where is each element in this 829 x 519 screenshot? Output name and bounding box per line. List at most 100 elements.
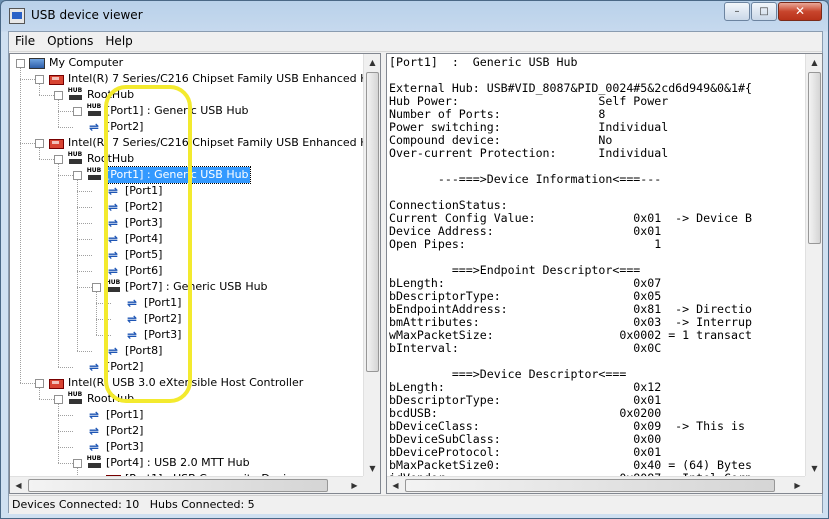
collapse-icon[interactable] [35,138,44,148]
tree-node[interactable]: ⇌ [Port2] [73,423,144,439]
scroll-down-icon[interactable]: ▼ [806,460,822,477]
tree-node-label[interactable]: [Port2] [143,311,182,327]
tree-node[interactable]: My Computer [16,55,124,71]
tree-node[interactable]: HUB [Port1] : Generic USB Hub [73,166,251,184]
collapse-icon[interactable] [73,458,82,468]
device-tree[interactable]: My Computer Intel(R) 7 Series/C216 Chipse… [10,54,363,477]
tree-node[interactable]: HUB [Port4] : USB 2.0 MTT Hub [73,455,251,471]
scroll-corner [363,476,380,493]
scroll-right-icon[interactable]: ▶ [346,477,363,493]
tree-node[interactable]: ⇌ [Port3] [73,439,144,455]
tree-node[interactable]: HUB RootHub [54,151,135,167]
collapse-icon[interactable] [54,394,63,404]
tree-node-label[interactable]: RootHub [86,87,135,103]
collapse-icon[interactable] [54,90,63,100]
tree-node-label[interactable]: [Port2] [105,119,144,135]
tree-horizontal-scrollbar[interactable]: ◀ ▶ [10,476,363,493]
collapse-icon[interactable] [16,58,25,68]
tree-node-label[interactable]: [Port5] [124,247,163,263]
detail-vscroll-thumb[interactable] [808,72,821,244]
detail-line: Open Pipes: 1 [389,237,662,251]
tree-node[interactable]: Intel(R) 7 Series/C216 Chipset Family US… [35,135,363,151]
close-button[interactable]: ✕ [778,2,822,21]
tree-node-label[interactable]: [Port4] : USB 2.0 MTT Hub [105,455,251,471]
tree-node-label[interactable]: [Port1] : Generic USB Hub [105,103,250,119]
tree-node-label[interactable]: [Port1] [124,183,163,199]
tree-node[interactable]: ⇌ [Port2] [111,311,182,327]
tree-guide-line [77,223,92,224]
tree-node[interactable]: ⇌ [Port2] [92,199,163,215]
tree-node-label[interactable]: RootHub [86,391,135,407]
tree-node-label[interactable]: [Port3] [124,215,163,231]
tree-node-label[interactable]: [Port1] : Generic USB Hub [104,166,251,184]
tree-node-label[interactable]: RootHub [86,151,135,167]
menu-file[interactable]: File [9,32,41,51]
tree-node-label[interactable]: [Port4] [124,231,163,247]
tree-vertical-scrollbar[interactable]: ▲ ▼ [363,54,380,477]
tree-node[interactable]: ⇌ [Port1] [73,407,144,423]
scroll-left-icon[interactable]: ◀ [10,477,27,493]
scroll-down-icon[interactable]: ▼ [364,460,380,477]
tree-node-label[interactable]: My Computer [48,55,124,71]
tree-node-label[interactable]: [Port6] [124,263,163,279]
tree-guide-line [20,383,35,384]
tree-node[interactable]: ⇌ [Port3] [92,215,163,231]
tree-guide-line [77,191,92,192]
tree-vscroll-thumb[interactable] [366,72,379,372]
tree-hscroll-thumb[interactable] [28,479,328,492]
tree-guide-line [58,164,59,367]
menu-help[interactable]: Help [99,32,138,51]
tree-node[interactable]: ⇌ [Port8] [92,343,163,359]
tree-node-label[interactable]: [Port2] [105,423,144,439]
scroll-left-icon[interactable]: ◀ [387,477,404,493]
tree-node-label[interactable]: [Port1] [105,407,144,423]
tree-node[interactable]: ⇌ [Port1] [92,183,163,199]
tree-guide-line [58,404,59,463]
tree-node-label[interactable]: Intel(R) 7 Series/C216 Chipset Family US… [67,71,363,87]
detail-vertical-scrollbar[interactable]: ▲ ▼ [805,54,822,477]
minimize-button[interactable]: – [724,2,750,21]
tree-node[interactable]: HUB RootHub [54,87,135,103]
tree-node[interactable]: HUB RootHub [54,391,135,407]
tree-node[interactable]: ⇌ [Port4] [92,231,163,247]
tree-node-label[interactable]: [Port2] [105,359,144,375]
usb-port-icon: ⇌ [107,264,119,278]
tree-node-label[interactable]: [Port2] [124,199,163,215]
tree-node-label[interactable]: [Port3] [105,439,144,455]
device-detail-pane[interactable]: [Port1] : Generic USB Hub External Hub: … [386,53,823,494]
collapse-icon[interactable] [35,74,44,84]
detail-line: [Port1] : Generic USB Hub [389,56,578,69]
tree-node-label[interactable]: [Port7] : Generic USB Hub [124,279,269,295]
collapse-icon[interactable] [35,378,44,388]
device-tree-pane[interactable]: My Computer Intel(R) 7 Series/C216 Chipse… [9,53,381,494]
tree-node-label[interactable]: [Port1] [143,295,182,311]
tree-node[interactable]: ⇌ [Port2] [73,359,144,375]
tree-node-label[interactable]: [Port3] [143,327,182,343]
tree-node[interactable]: Intel(R) 7 Series/C216 Chipset Family US… [35,71,363,87]
tree-node[interactable]: ⇌ [Port3] [111,327,182,343]
tree-node-label[interactable]: Intel(R) USB 3.0 eXtensible Host Control… [67,375,304,391]
tree-node[interactable]: ⇌ [Port6] [92,263,163,279]
tree-node[interactable]: ⇌ [Port5] [92,247,163,263]
menu-options[interactable]: Options [41,32,99,51]
usb-port-icon: ⇌ [88,440,100,454]
tree-node[interactable]: HUB [Port1] : Generic USB Hub [73,103,250,119]
scroll-up-icon[interactable]: ▲ [364,54,380,71]
scroll-up-icon[interactable]: ▲ [806,54,822,71]
maximize-button[interactable]: □ [751,2,777,21]
detail-hscroll-thumb[interactable] [405,479,775,492]
collapse-icon[interactable] [73,170,82,180]
device-detail-text[interactable]: [Port1] : Generic USB Hub External Hub: … [389,56,805,476]
detail-horizontal-scrollbar[interactable]: ◀ ▶ [387,476,806,493]
expand-icon[interactable] [73,106,82,116]
tree-node[interactable]: HUB [Port7] : Generic USB Hub [92,279,269,295]
collapse-icon[interactable] [54,154,63,164]
collapse-icon[interactable] [92,282,101,292]
tree-node[interactable]: ⇌ [Port2] [73,119,144,135]
tree-node[interactable]: Intel(R) USB 3.0 eXtensible Host Control… [35,375,304,391]
tree-node[interactable]: ⇌ [Port1] [111,295,182,311]
scroll-right-icon[interactable]: ▶ [789,477,806,493]
tree-node-label[interactable]: Intel(R) 7 Series/C216 Chipset Family US… [67,135,363,151]
tree-node-label[interactable]: [Port8] [124,343,163,359]
title-bar[interactable]: USB device viewer – □ ✕ [1,1,828,31]
